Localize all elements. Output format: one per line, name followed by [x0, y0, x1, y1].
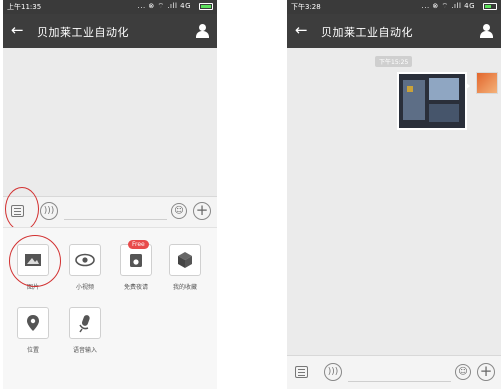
plus-icon[interactable]: +	[193, 202, 211, 220]
favorites-button[interactable]	[169, 244, 201, 276]
signal-indicators: ... ⊗ ⌔ .ıll 4G	[137, 2, 191, 10]
short-video-button[interactable]	[69, 244, 101, 276]
panel-label-voice-input: 语音输入	[72, 347, 97, 354]
voice-input-button[interactable]	[69, 307, 101, 339]
eye-icon	[75, 253, 95, 267]
location-icon	[27, 315, 39, 331]
chat-header: ← 贝加莱工业自动化	[3, 14, 217, 48]
sent-image-message[interactable]	[397, 72, 467, 130]
plus-icon[interactable]: +	[477, 363, 495, 381]
signal-indicators: ... ⊗ ⌔ .ıll 4G	[421, 2, 475, 10]
menu-toggle-icon[interactable]	[295, 366, 308, 378]
camera-icon	[130, 254, 142, 267]
box-icon	[178, 252, 192, 268]
highlight-circle-menu	[5, 187, 39, 231]
back-arrow-icon[interactable]: ←	[11, 21, 24, 39]
status-bar: 下午3:28 ... ⊗ ⌔ .ıll 4G	[287, 0, 501, 14]
chat-header: ← 贝加莱工业自动化	[287, 14, 501, 48]
chat-title: 贝加莱工业自动化	[37, 26, 129, 39]
input-bar: ))) ☺ +	[287, 355, 501, 389]
voice-icon[interactable]: )))	[40, 202, 58, 220]
voice-icon[interactable]: )))	[324, 363, 342, 381]
panel-label-short-video: 小视频	[75, 284, 94, 291]
highlight-circle-picture	[9, 235, 61, 287]
chat-title: 贝加莱工业自动化	[321, 26, 413, 39]
status-bar: 上午11:35 ... ⊗ ⌔ .ıll 4G	[3, 0, 217, 14]
free-badge: Free	[128, 240, 149, 249]
status-time: 上午11:35	[7, 3, 42, 11]
text-input[interactable]	[348, 381, 451, 382]
person-icon[interactable]	[480, 24, 493, 38]
location-button[interactable]	[17, 307, 49, 339]
emoji-icon[interactable]: ☺	[171, 203, 187, 219]
bubble-tail	[465, 82, 470, 90]
back-arrow-icon[interactable]: ←	[295, 21, 308, 39]
text-input[interactable]	[64, 219, 167, 220]
chat-area	[3, 48, 217, 196]
message-timestamp: 下午15:25	[375, 56, 413, 67]
phone-screen-right: 下午3:28 ... ⊗ ⌔ .ıll 4G ← 贝加莱工业自动化 下午15:2…	[287, 0, 501, 389]
microphone-icon	[79, 315, 90, 333]
panel-label-favorites: 我的收藏	[172, 284, 197, 291]
emoji-icon[interactable]: ☺	[455, 364, 471, 380]
status-time: 下午3:28	[291, 3, 321, 11]
phone-screen-left: 上午11:35 ... ⊗ ⌔ .ıll 4G ← 贝加莱工业自动化 ))) ☺…	[3, 0, 217, 389]
panel-label-location: 位置	[26, 347, 39, 354]
battery-icon	[199, 3, 213, 10]
avatar[interactable]	[476, 72, 498, 94]
chat-area: 下午15:25	[287, 48, 501, 355]
panel-label-free-call: 免费夜请	[123, 284, 148, 291]
battery-icon	[483, 3, 497, 10]
person-icon[interactable]	[196, 24, 209, 38]
